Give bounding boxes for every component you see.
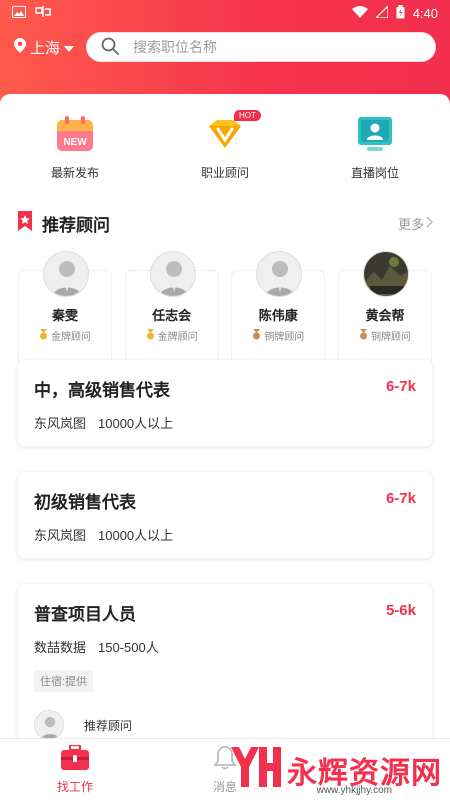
battery-icon — [396, 4, 405, 22]
watermark-logo-icon — [229, 745, 281, 794]
company-size: 10000人以上 — [98, 416, 174, 431]
job-title: 初级销售代表 — [34, 493, 136, 512]
job-salary: 5-6k — [385, 602, 416, 619]
caret-down-icon — [64, 39, 75, 56]
advisor-list: 秦雯 金牌顾问 任志会 金牌顾问 陈伟康 铜牌顾问 黄会帮 铜牌顾问 — [18, 248, 432, 368]
signal-icon — [374, 4, 389, 21]
advisor-name: 陈伟康 — [258, 308, 298, 323]
quick-link-label: 最新发布 — [50, 166, 99, 180]
job-title: 普查项目人员 — [34, 605, 136, 624]
job-meta: 数喆数据 150-500人 — [34, 637, 416, 656]
advisors-section-header: 推荐顾问 更多 — [16, 208, 434, 238]
advisor-level-text: 金牌顾问 — [157, 332, 198, 343]
location-pin-icon — [14, 37, 26, 57]
avatar-photo — [362, 251, 409, 297]
watermark: 永辉资源网 www.yhkjjhy.com — [229, 745, 442, 796]
briefcase-icon — [60, 743, 90, 774]
live-screen-icon — [355, 114, 395, 154]
advisor-card[interactable]: 秦雯 金牌顾问 — [18, 251, 112, 368]
advisor-card[interactable]: 黄会帮 铜牌顾问 — [337, 251, 432, 368]
bronze-medal-icon — [252, 328, 261, 343]
advisor-name: 任志会 — [152, 308, 192, 323]
avatar — [43, 251, 89, 297]
status-time: 4:40 — [412, 5, 438, 21]
quick-link-advisor[interactable]: HOT 职业顾问 — [170, 110, 280, 198]
status-bar: 4:40 — [0, 0, 450, 26]
search-bar[interactable]: 搜索职位名称 — [86, 32, 436, 62]
tab-find-job[interactable]: 找工作 — [20, 743, 130, 795]
advisor-level: 铜牌顾问 — [252, 328, 304, 343]
new-badge-text: NEW — [63, 137, 87, 148]
chevron-right-icon — [426, 215, 434, 231]
gallery-icon — [12, 5, 26, 21]
quick-link-label: 职业顾问 — [200, 166, 249, 180]
job-recommending-advisor[interactable]: 推荐顾问 — [34, 710, 416, 740]
quick-link-live[interactable]: 直播岗位 — [320, 114, 430, 198]
advisor-level-text: 金牌顾问 — [51, 332, 91, 343]
city-selector[interactable]: 上海 — [14, 37, 86, 58]
hot-badge: HOT — [234, 110, 261, 121]
app-notification-icon — [34, 5, 52, 22]
section-title: 推荐顾问 — [42, 215, 110, 235]
gold-medal-icon — [39, 328, 48, 343]
advisor-name: 秦雯 — [51, 308, 78, 323]
company-name: 东风岚图 — [34, 528, 87, 543]
advisor-level: 金牌顾问 — [146, 328, 198, 343]
company-name: 东风岚图 — [34, 416, 87, 431]
more-advisors-link[interactable]: 更多 — [398, 214, 434, 233]
advisor-label: 推荐顾问 — [84, 718, 133, 733]
advisor-name: 黄会帮 — [365, 308, 405, 323]
job-list: 中，高级销售代表 6-7k 东风岚图 10000人以上 初级销售代表 6-7k … — [0, 360, 450, 800]
company-name: 数喆数据 — [34, 640, 87, 655]
tab-label: 找工作 — [56, 779, 93, 794]
avatar — [149, 251, 196, 297]
more-label: 更多 — [397, 216, 424, 232]
advisor-level: 铜牌顾问 — [359, 328, 411, 343]
search-icon — [101, 37, 119, 58]
avatar — [34, 710, 64, 740]
bookmark-star-icon — [16, 210, 34, 236]
quick-link-label: 直播岗位 — [350, 166, 399, 180]
advisor-card[interactable]: 陈伟康 铜牌顾问 — [231, 251, 326, 368]
watermark-url: www.yhkjjhy.com — [316, 785, 392, 796]
job-card[interactable]: 普查项目人员 5-6k 数喆数据 150-500人 住宿:提供 推荐顾问 — [18, 584, 432, 754]
wifi-icon — [351, 5, 368, 21]
top-bar: 上海 搜索职位名称 — [0, 32, 450, 62]
job-salary: 6-7k — [385, 490, 416, 507]
advisor-card[interactable]: 任志会 金牌顾问 — [124, 251, 219, 368]
avatar — [256, 251, 303, 297]
job-salary: 6-7k — [385, 378, 416, 395]
job-card[interactable]: 初级销售代表 6-7k 东风岚图 10000人以上 — [18, 472, 432, 558]
company-size: 10000人以上 — [98, 528, 174, 543]
calendar-new-icon: NEW — [55, 114, 95, 154]
benefit-tag: 住宿:提供 — [34, 670, 94, 692]
job-meta: 东风岚图 10000人以上 — [34, 413, 416, 432]
advisor-level-text: 铜牌顾问 — [264, 332, 305, 343]
search-placeholder: 搜索职位名称 — [133, 39, 217, 55]
gold-medal-icon — [146, 328, 155, 343]
job-title: 中，高级销售代表 — [34, 381, 170, 400]
city-label: 上海 — [30, 39, 61, 57]
company-size: 150-500人 — [98, 640, 159, 655]
advisor-level: 金牌顾问 — [39, 328, 91, 343]
quick-links: NEW 最新发布 HOT 职业顾问 直播岗位 — [0, 94, 450, 198]
quick-link-latest[interactable]: NEW 最新发布 — [20, 114, 130, 198]
job-card[interactable]: 中，高级销售代表 6-7k 东风岚图 10000人以上 — [18, 360, 432, 446]
job-meta: 东风岚图 10000人以上 — [34, 525, 416, 544]
advisor-level-text: 铜牌顾问 — [370, 332, 411, 343]
bronze-medal-icon — [359, 328, 368, 343]
